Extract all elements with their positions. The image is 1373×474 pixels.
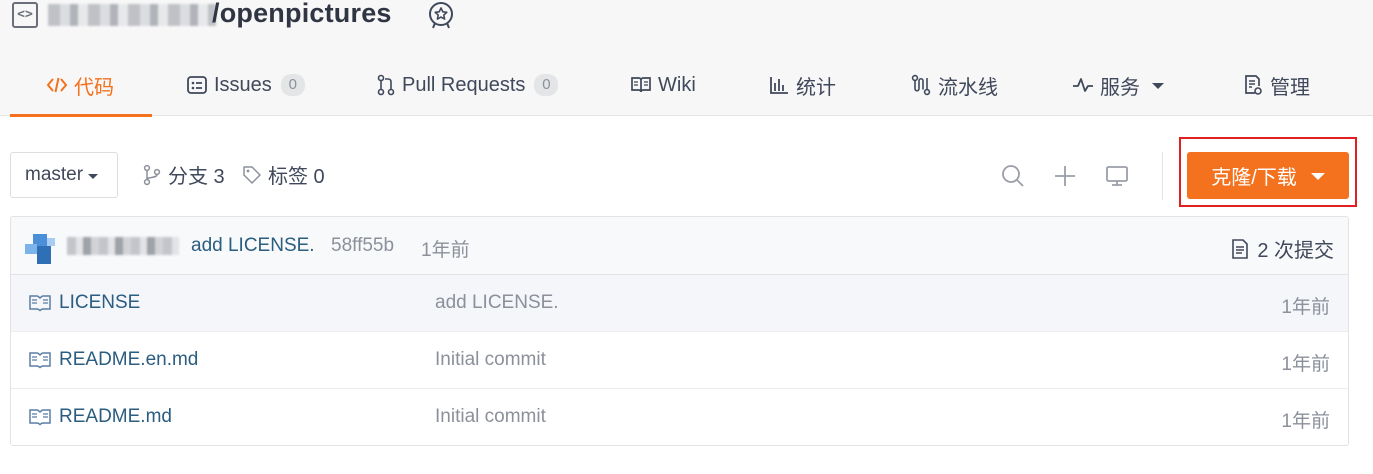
file-name[interactable]: README.en.md <box>59 349 198 371</box>
issues-count: 0 <box>280 74 305 96</box>
table-row[interactable]: README.en.md Initial commit 1年前 <box>11 332 1348 389</box>
tab-pipeline[interactable]: 流水线 <box>910 54 998 116</box>
web-ide-icon[interactable] <box>1104 163 1130 189</box>
tab-label: 管理 <box>1270 76 1310 99</box>
tab-services[interactable]: 服务 <box>1072 54 1164 116</box>
tab-label: 代码 <box>74 76 114 99</box>
branch-select[interactable]: master <box>10 152 118 198</box>
chevron-down-icon <box>1152 83 1164 89</box>
tab-wiki[interactable]: Wiki <box>630 54 696 116</box>
commit-author-blurred[interactable] <box>67 237 179 255</box>
tag-icon <box>243 165 261 184</box>
tab-label: 流水线 <box>938 76 998 99</box>
tab-issues[interactable]: Issues 0 <box>186 54 305 116</box>
repo-header: <> /openpictures 代码 Issues 0 Pull Reques… <box>0 0 1373 117</box>
search-icon[interactable] <box>1000 163 1026 189</box>
pull-request-icon <box>376 74 396 96</box>
branch-icon <box>143 164 161 185</box>
file-commit-message[interactable]: add LICENSE. <box>435 292 559 314</box>
commit-message[interactable]: add LICENSE. <box>191 235 315 257</box>
clone-label: 克隆/下载 <box>1211 167 1297 189</box>
toolbar-divider <box>1162 152 1163 200</box>
file-commit-message[interactable]: Initial commit <box>435 349 546 371</box>
table-row[interactable]: README.md Initial commit 1年前 <box>11 389 1348 445</box>
file-name[interactable]: README.md <box>59 406 172 428</box>
file-name[interactable]: LICENSE <box>59 292 140 314</box>
repository-icon: <> <box>12 2 38 28</box>
add-file-icon[interactable] <box>1052 163 1078 189</box>
chevron-down-icon <box>88 173 99 179</box>
file-icon <box>29 295 51 312</box>
branches-link[interactable]: 分支 3 <box>142 160 225 189</box>
commit-hash[interactable]: 58ff55b <box>331 235 394 257</box>
commit-count-label: 2 次提交 <box>1257 240 1334 262</box>
latest-commit-bar: add LICENSE. 58ff55b 1年前 2 次提交 <box>11 217 1348 275</box>
tags-link[interactable]: 标签 0 <box>242 160 325 189</box>
commit-time: 1年前 <box>421 240 470 261</box>
settings-doc-icon <box>1242 74 1264 96</box>
table-row[interactable]: LICENSE add LICENSE. 1年前 <box>11 275 1348 332</box>
tab-stats[interactable]: 统计 <box>768 54 836 116</box>
file-time: 1年前 <box>1281 297 1330 318</box>
repo-owner-blurred[interactable] <box>48 4 216 26</box>
tab-label: Issues <box>214 73 272 96</box>
tab-label: 服务 <box>1100 76 1140 99</box>
tab-code[interactable]: 代码 <box>10 54 152 117</box>
avatar[interactable] <box>21 230 59 266</box>
tab-label: Pull Requests <box>402 73 526 96</box>
tab-label: Wiki <box>658 73 696 96</box>
pull-requests-count: 0 <box>534 74 559 96</box>
tags-label: 标签 0 <box>268 166 325 188</box>
repo-name[interactable]: /openpictures <box>212 0 392 29</box>
tab-manage[interactable]: 管理 <box>1242 54 1310 116</box>
file-table: add LICENSE. 58ff55b 1年前 2 次提交 LICENSE a… <box>10 216 1349 446</box>
file-time: 1年前 <box>1281 411 1330 432</box>
commit-list-icon <box>1232 238 1249 259</box>
clone-download-button[interactable]: 克隆/下载 <box>1187 152 1349 199</box>
tab-label: 统计 <box>796 76 836 99</box>
pipeline-icon <box>910 74 932 96</box>
file-time: 1年前 <box>1281 354 1330 375</box>
file-icon <box>29 409 51 426</box>
pulse-icon <box>1072 75 1094 95</box>
file-icon <box>29 352 51 369</box>
chevron-down-icon <box>1310 173 1325 180</box>
issues-icon <box>186 75 208 95</box>
repo-tabs: 代码 Issues 0 Pull Requests 0 Wiki 统计 流水线 … <box>10 54 1373 117</box>
code-icon <box>46 75 68 95</box>
tab-pull-requests[interactable]: Pull Requests 0 <box>376 54 559 116</box>
book-icon <box>630 75 652 95</box>
commit-count-link[interactable]: 2 次提交 <box>1231 234 1334 263</box>
file-commit-message[interactable]: Initial commit <box>435 406 546 428</box>
bar-chart-icon <box>768 75 790 95</box>
branch-name: master <box>25 164 84 185</box>
branches-label: 分支 3 <box>168 166 225 188</box>
badge-icon[interactable] <box>426 0 456 30</box>
